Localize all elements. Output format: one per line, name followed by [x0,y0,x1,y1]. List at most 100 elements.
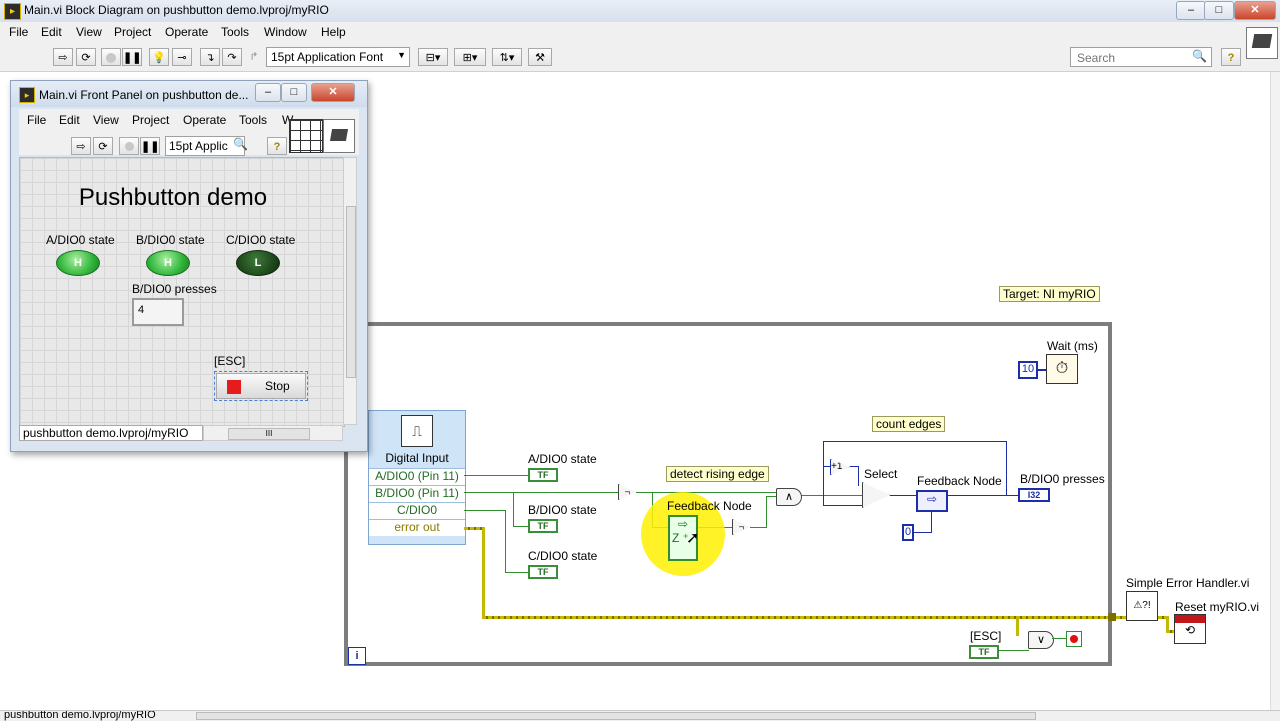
indicator-terminal-b[interactable]: TF [528,519,558,533]
wire [913,532,932,533]
front-panel-window[interactable]: ▸ Main.vi Front Panel on pushbutton de..… [10,80,368,452]
retain-wire-values-icon[interactable]: ⊸ [172,48,192,66]
indicator-terminal-a[interactable]: TF [528,468,558,482]
select-label: Select [864,467,898,481]
stop-button-terminal[interactable]: TF [969,645,999,659]
digital-input-title: Digital Input [385,451,449,465]
fp-menu-view[interactable]: View [93,113,119,127]
wire [999,650,1029,651]
menu-view[interactable]: View [76,25,102,39]
wire [948,495,1018,496]
or-gate[interactable]: ∨ [1028,631,1054,649]
menu-operate[interactable]: Operate [165,25,208,39]
run-arrow-icon[interactable]: ⇨ [53,48,73,66]
wire [931,512,932,532]
fp-menu-project[interactable]: Project [132,113,169,127]
menu-window[interactable]: Window [264,25,307,39]
reset-label: Reset myRIO.vi [1175,600,1260,614]
wait-clock-icon[interactable]: ⏱ [1046,354,1078,384]
loop-condition-terminal[interactable] [1066,631,1082,647]
step-over-icon[interactable]: ↷ [222,48,242,66]
loop-tunnel [1108,613,1116,621]
horizontal-scrollbar[interactable] [196,712,1036,720]
digital-input-node[interactable]: ⎍ Digital Input A/DIO0 (Pin 11) B/DIO0 (… [368,410,466,545]
error-wire [464,527,484,530]
close-button[interactable]: ✕ [1234,1,1276,20]
menu-tools[interactable]: Tools [221,25,249,39]
reset-arrow-icon: ⟲ [1184,623,1196,637]
digital-input-icon: ⎍ [401,415,433,447]
highlight-execution-icon[interactable]: 💡 [149,48,169,66]
error-wire [1116,616,1126,619]
iteration-terminal[interactable]: i [348,647,366,665]
error-wire [482,527,485,619]
align-objects-icon[interactable]: ⊟▾ [418,48,448,66]
output-b-dio0[interactable]: B/DIO0 (Pin 11) [369,485,465,502]
presses-label: B/DIO0 presses [132,282,217,296]
fp-menu-file[interactable]: File [27,113,46,127]
fp-search-icon[interactable]: 🔍 [233,137,248,151]
fp-menu-edit[interactable]: Edit [59,113,80,127]
fp-abort-icon[interactable] [119,137,139,155]
error-handler-icon[interactable]: ⚠?! [1126,591,1158,621]
output-c-dio0[interactable]: C/DIO0 [369,502,465,519]
connector-pane-icon[interactable] [289,119,323,153]
indicator-terminal-c[interactable]: TF [528,565,558,579]
stop-button[interactable]: Stop [216,373,306,399]
vertical-scrollbar[interactable] [1270,72,1280,710]
esc-shortcut-label: [ESC] [214,354,246,368]
fp-horizontal-scrollbar[interactable]: III [203,425,343,441]
search-icon[interactable]: 🔍 [1192,49,1207,63]
output-a-dio0[interactable]: A/DIO0 (Pin 11) [369,468,465,485]
wire [850,466,858,467]
menu-help[interactable]: Help [321,25,346,39]
abort-icon[interactable] [101,48,121,66]
led-a-dio0[interactable]: H [56,250,100,276]
led-b-dio0[interactable]: H [146,250,190,276]
reorder-icon[interactable]: ⇅▾ [492,48,522,66]
fp-minimize-button[interactable]: – [255,83,281,102]
menu-project[interactable]: Project [114,25,151,39]
fp-hscroll-thumb[interactable]: III [228,428,310,440]
step-out-icon[interactable]: ↱ [244,48,264,66]
reset-myrio-icon[interactable]: ⟲ [1174,614,1206,644]
minimize-button[interactable]: – [1176,1,1206,20]
led-c-dio0[interactable]: L [236,250,280,276]
fp-maximize-button[interactable]: □ [281,83,307,102]
and-gate[interactable]: ∧ [776,488,802,506]
indicator-label-a: A/DIO0 state [528,452,597,466]
fp-menu-operate[interactable]: Operate [183,113,226,127]
output-error-out[interactable]: error out [369,519,465,536]
fp-close-button[interactable]: ✕ [311,83,355,102]
wire [1038,369,1046,371]
context-help-button[interactable]: ? [1221,48,1241,66]
fp-context-help-button[interactable]: ? [267,137,287,155]
stop-button-label: Stop [265,379,290,393]
menu-edit[interactable]: Edit [41,25,62,39]
distribute-objects-icon[interactable]: ⊞▾ [454,48,486,66]
feedback-node-label-1: Feedback Node [667,499,752,513]
zero-constant[interactable]: 0 [902,524,914,541]
fp-pause-icon[interactable]: ❚❚ [140,137,160,155]
font-select[interactable]: 15pt Application Font ▼ [266,47,410,67]
led-label-b: B/DIO0 state [136,233,205,247]
step-into-icon[interactable]: ↴ [200,48,220,66]
front-panel-canvas[interactable]: Pushbutton demo A/DIO0 state H B/DIO0 st… [19,157,345,427]
chevron-down-icon: ▼ [397,50,406,60]
pause-icon[interactable]: ❚❚ [122,48,142,66]
fp-scroll-thumb[interactable] [346,206,356,378]
search-box[interactable]: 🔍 [1070,47,1212,67]
feedback-node-2[interactable]: ⇨ [916,490,948,512]
cleanup-diagram-icon[interactable]: ⚒ [528,48,552,66]
fp-menu-tools[interactable]: Tools [239,113,267,127]
fp-run-arrow-icon[interactable]: ⇨ [71,137,91,155]
menu-file[interactable]: File [9,25,28,39]
wire [1052,638,1066,639]
search-input[interactable] [1075,50,1189,66]
fp-vertical-scrollbar[interactable] [343,157,357,425]
presses-indicator-terminal[interactable]: I32 [1018,488,1050,502]
wait-constant[interactable]: 10 [1018,361,1038,379]
maximize-button[interactable]: □ [1204,1,1234,20]
run-continuous-icon[interactable]: ⟳ [76,48,96,66]
fp-run-continuous-icon[interactable]: ⟳ [93,137,113,155]
